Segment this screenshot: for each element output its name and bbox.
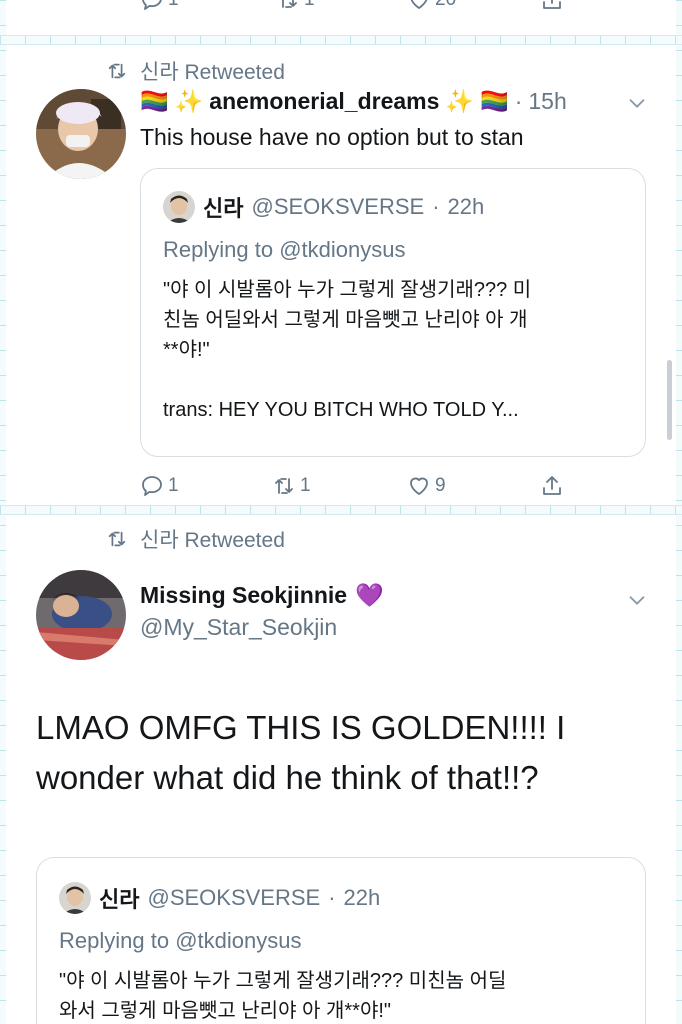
retweet-count: 1 [304,0,315,11]
rainbow-flag-emoji: 🏳️‍🌈 [140,88,169,114]
replying-to-handle[interactable]: @tkdionysus [175,928,301,953]
tweet-header: 🏳️‍🌈 ✨ anemonerial_dreams ✨ 🏳️‍🌈 · 15h [140,88,567,115]
separator-dot: · [328,885,336,910]
quoted-tweet-time: 22h [447,194,485,219]
scrollbar[interactable] [667,360,672,440]
more-options-button[interactable] [626,92,648,119]
retweet-icon [108,63,126,79]
purple-heart-emoji: 💜 [355,582,384,608]
retweet-icon [275,478,293,494]
tweet-text-line: wonder what did he think of that!!? [36,759,539,796]
share-action[interactable] [540,474,564,498]
author-handle[interactable]: @My_Star_Seokjin [140,614,337,641]
tweet-divider [0,505,682,515]
retweet-action[interactable]: 1 [272,474,311,498]
sparkles-emoji: ✨ [174,88,204,114]
like-count: 9 [435,475,446,496]
share-action-top[interactable] [540,0,564,12]
reply-action[interactable]: 1 [140,474,179,498]
author-name[interactable]: anemonerial_dreams [209,88,439,115]
retweet-action-top[interactable]: 1 [276,0,315,12]
retweeted-by-line[interactable]: 신라 Retweeted [106,56,285,86]
avatar [59,882,91,914]
reply-action-top[interactable]: 1 [140,0,179,12]
retweeted-by-text: 신라 Retweeted [140,529,285,552]
chevron-down-icon [629,99,645,108]
retweeted-by-text: 신라 Retweeted [140,61,285,84]
separator-dot: · [514,88,523,114]
quoted-tweet-text: "야 이 시발롬아 누가 그렇게 잘생기래??? 미친놈 어딜 와서 그렇게 마… [59,970,507,1022]
heart-icon [410,0,428,9]
avatar-image [163,191,195,223]
separator-dot: · [432,194,440,219]
replying-to-line: Replying to @tkdionysus [59,928,301,954]
avatar[interactable] [36,570,126,660]
reply-icon [142,476,162,496]
quoted-author-name: 신라 [203,196,244,221]
share-icon [543,476,561,495]
sparkles-emoji: ✨ [445,88,475,114]
avatar-image [36,89,126,179]
retweeted-by-line[interactable]: 신라 Retweeted [106,524,285,554]
avatar-image [59,882,91,914]
quoted-tweet-header: 신라 @SEOKSVERSE · 22h [59,882,380,914]
chevron-down-icon [629,596,645,605]
avatar[interactable] [36,89,126,179]
quoted-tweet[interactable]: 신라 @SEOKSVERSE · 22h Replying to @tkdionys… [36,857,646,1024]
like-action[interactable]: 9 [407,474,446,498]
avatar [163,191,195,223]
replying-to-label: Replying to [163,237,274,262]
retweet-count: 1 [300,475,311,496]
tweet-text-line: LMAO OMFG THIS IS GOLDEN!!!! I [36,709,566,746]
author-name[interactable]: Missing Seokjinnie [140,582,347,609]
reply-count: 1 [168,475,179,496]
reply-icon [142,0,162,10]
tweet-header: Missing Seokjinnie 💜 [140,582,384,609]
quoted-author-name: 신라 [99,887,140,912]
tweet-divider [0,35,682,45]
replying-to-label: Replying to [59,928,170,953]
quoted-tweet-header: 신라 @SEOKSVERSE · 22h [163,191,484,223]
avatar-image [36,570,126,660]
more-options-button[interactable] [626,589,648,616]
share-icon [543,0,561,9]
quoted-author-handle: @SEOKSVERSE [251,194,425,219]
retweet-icon [282,0,297,8]
like-action-top[interactable]: 20 [407,0,456,12]
like-count: 20 [435,0,456,11]
rainbow-flag-emoji: 🏳️‍🌈 [480,88,509,114]
tweet-text: LMAO OMFG THIS IS GOLDEN!!!! I wonder wh… [36,703,565,803]
quoted-tweet-time: 22h [343,885,381,910]
reply-count: 1 [168,0,179,11]
tweet-time[interactable]: 15h [528,88,566,115]
quoted-author-handle: @SEOKSVERSE [147,885,321,910]
heart-icon [410,477,428,495]
tweet-text: This house have no option but to stan [140,124,524,150]
quoted-tweet-text: "야 이 시발롬아 누가 그렇게 잘생기래??? 미 친놈 어딜와서 그렇게 마… [163,279,532,421]
retweet-icon [108,531,126,547]
replying-to-handle[interactable]: @tkdionysus [279,237,405,262]
quoted-tweet[interactable]: 신라 @SEOKSVERSE · 22h Replying to @tkdionys… [140,168,646,457]
replying-to-line: Replying to @tkdionysus [163,237,405,263]
